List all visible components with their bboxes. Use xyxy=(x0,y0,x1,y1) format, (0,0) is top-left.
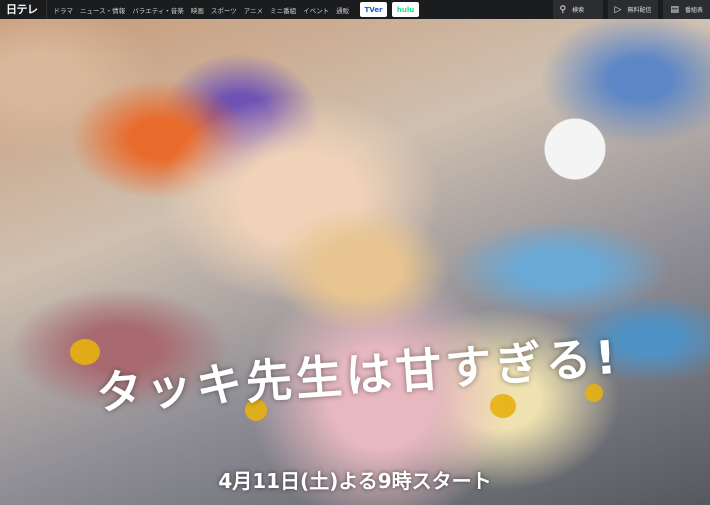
nav-item-drama[interactable]: ドラマ xyxy=(54,5,74,15)
nav-item-variety[interactable]: バラエティ・音楽 xyxy=(132,5,184,15)
hero-banner[interactable]: タッキ先生は甘すぎる! 4月11日(土)よる9時スタート xyxy=(0,19,710,505)
play-icon: ▷ xyxy=(615,5,622,15)
free-streaming-button[interactable]: ▷ 無料配信 xyxy=(608,0,659,19)
nav-item-event[interactable]: イベント xyxy=(303,5,329,15)
top-navigation-bar: 日テレ ドラマ ニュース・情報 バラエティ・音楽 映画 スポーツ アニメ ミニ番… xyxy=(0,0,710,19)
paint-splat xyxy=(490,394,516,418)
genre-nav: ドラマ ニュース・情報 バラエティ・音楽 映画 スポーツ アニメ ミニ番組 イベ… xyxy=(54,5,350,15)
nav-item-mini[interactable]: ミニ番組 xyxy=(270,5,296,15)
drama-title: タッキ先生は甘すぎる! xyxy=(66,319,649,425)
calendar-icon: ▤ xyxy=(670,5,679,15)
nav-item-news[interactable]: ニュース・情報 xyxy=(80,5,125,15)
partner-links: TVer hulu xyxy=(360,2,419,17)
search-icon: ⚲ xyxy=(560,5,567,15)
free-streaming-label: 無料配信 xyxy=(627,5,651,14)
ntv-logo[interactable]: 日テレ xyxy=(0,0,47,19)
nav-item-movie[interactable]: 映画 xyxy=(191,5,204,15)
broadcast-date: 4月11日(土)よる9時スタート xyxy=(0,465,710,494)
header-actions: ⚲ 検索 ▷ 無料配信 ▤ 番組表 xyxy=(553,0,710,19)
tver-button[interactable]: TVer xyxy=(360,2,387,17)
nav-item-anime[interactable]: アニメ xyxy=(244,5,263,15)
search-label: 検索 xyxy=(572,5,584,14)
hulu-button[interactable]: hulu xyxy=(392,2,419,17)
tv-schedule-button[interactable]: ▤ 番組表 xyxy=(663,0,710,19)
search-button[interactable]: ⚲ 検索 xyxy=(553,0,603,19)
tv-schedule-label: 番組表 xyxy=(685,5,703,14)
nav-item-sports[interactable]: スポーツ xyxy=(211,5,237,15)
nav-item-shopping[interactable]: 通販 xyxy=(336,5,349,15)
